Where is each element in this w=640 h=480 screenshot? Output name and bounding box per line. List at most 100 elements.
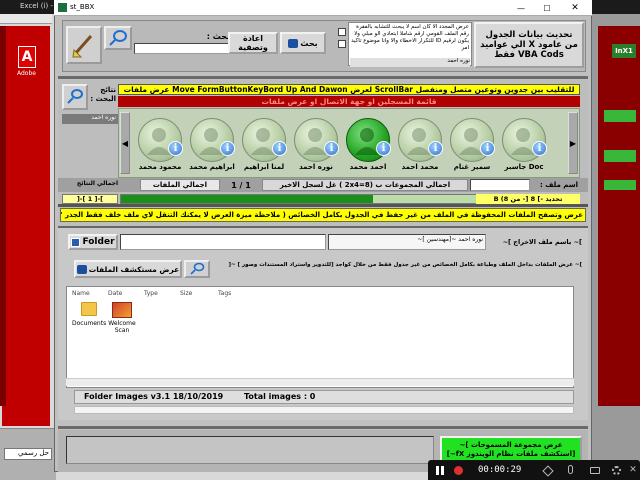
contact-button[interactable]: i ابراهيم محمد: [188, 118, 236, 178]
background-right-dark: [598, 26, 640, 406]
contact-button[interactable]: i محمود محمد: [136, 118, 184, 178]
contact-button[interactable]: i احمد محمد: [344, 118, 392, 178]
welcome-scan-file[interactable]: Welcome Scan: [104, 302, 140, 334]
column-header[interactable]: Name: [72, 290, 90, 297]
column-header[interactable]: Date: [108, 290, 122, 297]
scroll-right-button[interactable]: ▶: [568, 112, 578, 174]
info-icon: i: [480, 141, 495, 156]
welcome-scan-label: Welcome Scan: [108, 320, 136, 334]
folder-path-field[interactable]: [120, 234, 326, 250]
info-icon: i: [220, 141, 235, 156]
adobe-panel: [2, 26, 50, 426]
pager-text: 1 / 1: [231, 180, 251, 190]
output-label: ]~ باسم ملف الاخراج ]~: [502, 238, 582, 246]
background-toolbar: [0, 14, 52, 24]
person-avatar-icon: i: [502, 118, 547, 162]
explorer-hscroll[interactable]: [66, 378, 574, 386]
contact-button[interactable]: i جاسبر Doc: [500, 118, 548, 178]
contact-button[interactable]: i محمد احمد: [396, 118, 444, 178]
file-name-label: اسم ملف :: [540, 181, 578, 189]
info-icon: i: [376, 141, 391, 156]
binoculars-icon: [76, 264, 87, 274]
close-button[interactable]: ✕: [562, 1, 588, 15]
adobe-label: Adobe: [17, 70, 36, 77]
person-avatar-icon: i: [346, 118, 391, 162]
search-button-label: بحث: [300, 38, 318, 48]
contact-label: سمير غنام: [453, 163, 491, 171]
results-value: نوره احمد: [62, 114, 118, 124]
recorder-close-icon[interactable]: ✕: [628, 464, 638, 476]
camera-icon[interactable]: [590, 467, 600, 474]
reset-button[interactable]: اعادة وتصفية: [228, 32, 278, 54]
pause-icon[interactable]: [436, 466, 444, 475]
scroll-left-button[interactable]: ◀: [120, 112, 130, 174]
stop-icon[interactable]: [454, 466, 463, 475]
groups-label: اجمالي المجموعات ب (8=2x4 ) غل لسجل الاخ…: [262, 179, 468, 191]
hint-text: عرض وتصفح الملفات المحفوظة في الملف من غ…: [61, 211, 583, 219]
banner-yellow-text: للتقليب بين جدوين وتوعين متصل ومنفصل Scr…: [123, 85, 575, 94]
contact-label: لمنا ابراهيم: [243, 163, 285, 171]
person-avatar-icon: i: [450, 118, 495, 162]
folder-path-label: نوره احمد ~[مهندسين ]~: [328, 234, 486, 250]
broom-icon-button[interactable]: [66, 26, 102, 64]
footer-bottom-strip: [74, 406, 574, 414]
person-avatar-icon: i: [398, 118, 443, 162]
contact-label: نوره احمد: [299, 163, 333, 171]
folder-yellow-icon: [81, 302, 97, 316]
racket-icon: [67, 89, 83, 104]
file-name-field[interactable]: [470, 179, 530, 191]
progress-text: تحديد -] 8 [- من B (8: [476, 194, 580, 204]
window-title: st_BBX: [70, 3, 95, 11]
info-icon: i: [428, 141, 443, 156]
files-total-label: اجمالي الملفات: [140, 179, 220, 191]
update-table-button[interactable]: تحديث بيانات الجدول من عامود X الي عوامي…: [474, 22, 584, 68]
racket-icon: [190, 262, 205, 275]
search-button[interactable]: بحث: [280, 32, 326, 54]
reset-button-label: اعادة وتصفية: [238, 34, 268, 52]
banner-yellow: للتقليب بين جدوين وتوعين متصل ومنفصل Scr…: [118, 84, 580, 95]
bottom-divider: [58, 426, 588, 429]
person-avatar-icon: i: [190, 118, 235, 162]
tennis-icon-button[interactable]: [104, 26, 132, 50]
status-checkbox-1[interactable]: [338, 28, 346, 36]
update-table-label: تحديث بيانات الجدول من عامود X الي عوامي…: [480, 30, 578, 60]
settings-icon[interactable]: [612, 466, 621, 475]
results-icon-button[interactable]: [62, 84, 88, 110]
hint-divider: [58, 204, 588, 207]
info-icon: i: [532, 141, 547, 156]
person-avatar-icon: i: [138, 118, 183, 162]
folder-button-label: Folder: [82, 237, 115, 247]
folder-button[interactable]: Folder: [68, 234, 118, 250]
system-explorer-label: عرض مجموعة المسموحات ]~ [استكشف ملفات نظ…: [446, 441, 576, 458]
column-header[interactable]: Type: [144, 290, 158, 297]
adobe-logo: A: [18, 46, 36, 68]
explorer-button-label: عرض مستكشف الملفات: [88, 264, 180, 274]
column-header[interactable]: Size: [180, 290, 192, 297]
contact-button[interactable]: i نوره احمد: [292, 118, 340, 178]
window-icon: [58, 3, 67, 12]
column-header[interactable]: Tags: [218, 290, 231, 297]
explorer-button[interactable]: عرض مستكشف الملفات: [74, 260, 182, 278]
maximize-button[interactable]: ☐: [536, 1, 558, 15]
footer-version: Folder Images v3.1 18/10/2019: [84, 392, 224, 401]
background-right-header: InX1: [612, 44, 636, 58]
minimize-button[interactable]: —: [510, 1, 532, 15]
folder-icon: [71, 237, 81, 247]
explorer-list[interactable]: [66, 286, 574, 388]
contact-label: جاسبر Doc: [504, 163, 544, 171]
results-label: نتائج البحث :: [90, 86, 116, 103]
mic-icon[interactable]: [568, 465, 573, 474]
status-checkbox-2[interactable]: [338, 40, 346, 48]
info-icon: i: [168, 141, 183, 156]
documents-folder[interactable]: Documents: [72, 302, 106, 327]
background-right-green-2: [604, 150, 636, 162]
contact-label: محمد احمد: [401, 163, 439, 171]
image-file-icon: [112, 302, 132, 318]
footer-total: Total images : 0: [244, 392, 316, 401]
top-divider: [58, 76, 588, 79]
contact-button[interactable]: i لمنا ابراهيم: [240, 118, 288, 178]
person-avatar-icon: i: [294, 118, 339, 162]
contact-label: احمد محمد: [349, 163, 387, 171]
explorer-racket-button[interactable]: [184, 260, 210, 278]
contact-button[interactable]: i سمير غنام: [448, 118, 496, 178]
